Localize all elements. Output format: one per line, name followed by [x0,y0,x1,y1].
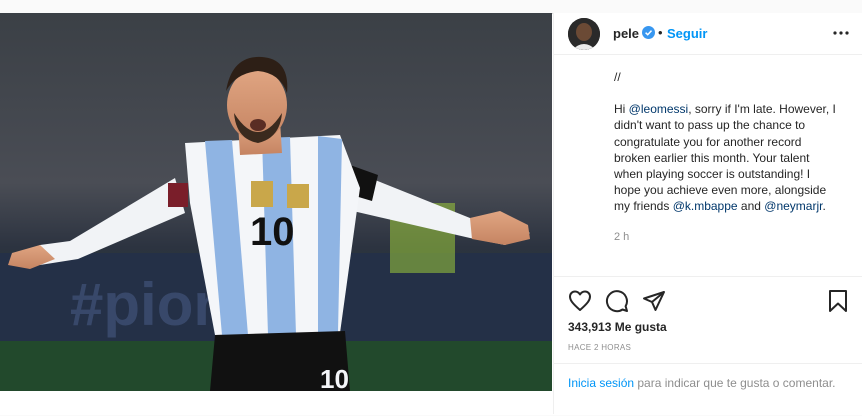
separator-dot: • [658,25,663,40]
verified-icon [642,26,655,39]
player-photo: #pion 10 10 [0,13,552,391]
post-header: pele • Seguir [554,13,862,55]
login-text: Inicia sesión para indicar que te gusta … [568,376,836,390]
login-link[interactable]: Inicia sesión [568,376,634,390]
actions-section: 343,913 Me gusta HACE 2 HORAS Inicia ses… [554,276,862,415]
post-sidebar: pele • Seguir // Hi @leomessi, sorry if … [553,13,862,414]
post-date[interactable]: HACE 2 HORAS [568,343,631,352]
username[interactable]: pele [613,26,639,41]
more-options-icon[interactable] [831,23,851,43]
share-icon[interactable] [642,289,666,313]
mention-kmbappe[interactable]: @k.mbappe [673,199,738,213]
heart-icon[interactable] [568,289,592,313]
caption-time[interactable]: 2 h [614,229,840,245]
likes-count[interactable]: 343,913 Me gusta [568,320,667,334]
login-prompt: Inicia sesión para indicar que te gusta … [554,363,862,416]
caption-slash: // [614,70,621,84]
jersey-number: 10 [250,210,295,254]
shorts-number: 10 [320,364,349,391]
mention-neymarjr[interactable]: @neymarjr [764,199,822,213]
mention-leomessi[interactable]: @leomessi [629,102,689,116]
caption-text: Hi @leomessi, sorry if I'm late. However… [614,102,836,214]
avatar[interactable] [568,18,600,50]
bookmark-icon[interactable] [826,289,850,313]
follow-button[interactable]: Seguir [667,26,707,41]
post-image[interactable]: #pion 10 10 [0,13,552,391]
post-caption: // Hi @leomessi, sorry if I'm late. Howe… [614,69,840,245]
comment-icon[interactable] [605,289,629,313]
